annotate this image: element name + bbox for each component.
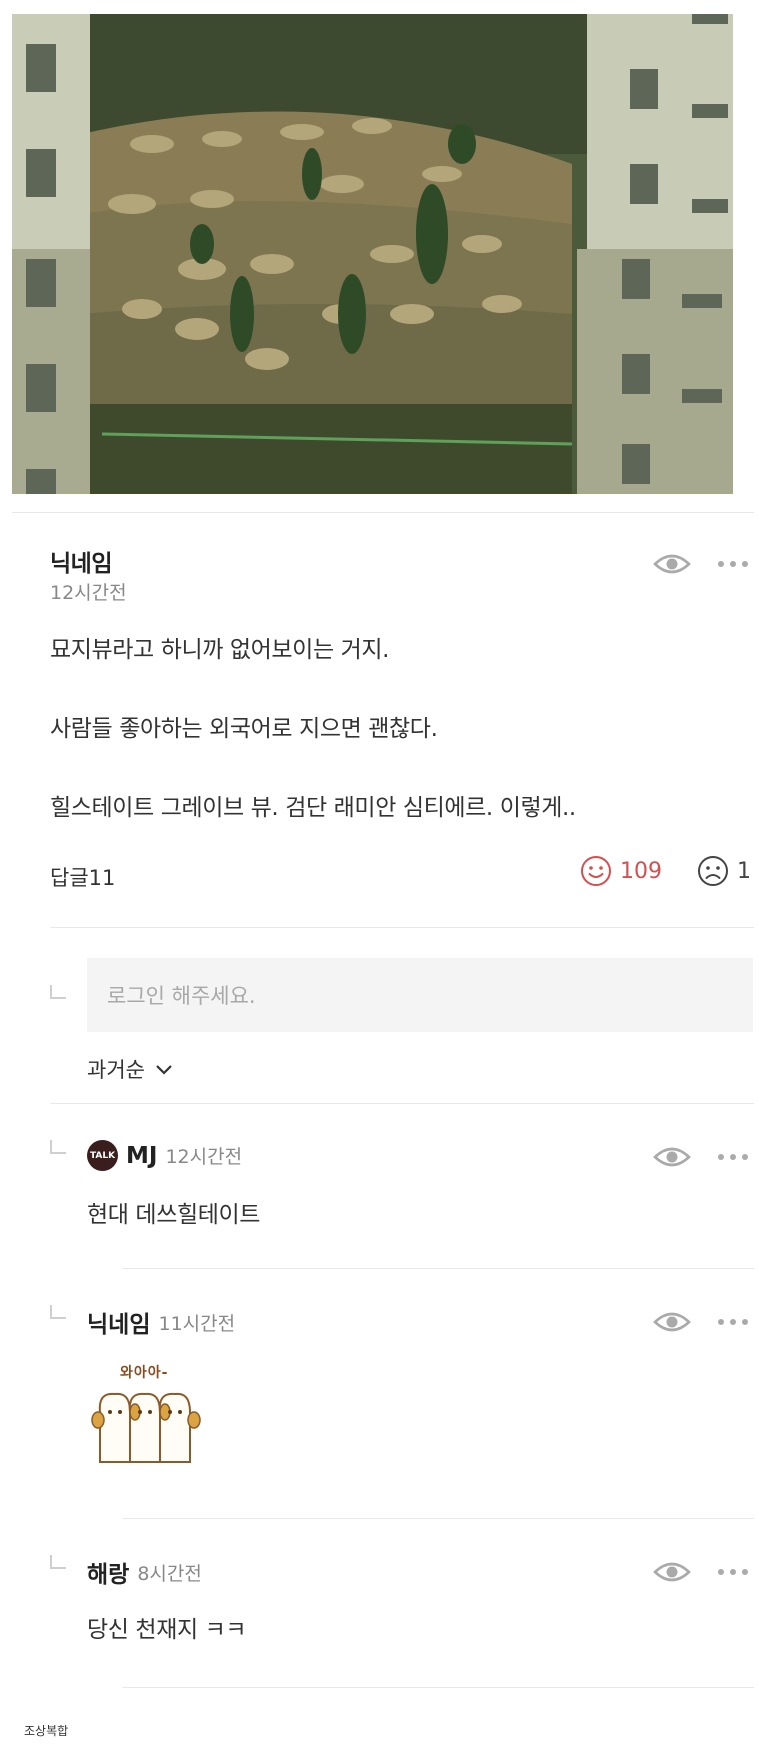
reply-arrow-icon bbox=[50, 1555, 66, 1569]
reply-text: 당신 천재지 ㅋㅋ bbox=[87, 1617, 247, 1643]
reply-time: 8시간전 bbox=[137, 1562, 202, 1585]
more-options-icon[interactable] bbox=[717, 1318, 749, 1326]
hamster-sticker: 와아아- bbox=[90, 1362, 220, 1472]
reply-nickname[interactable]: MJ bbox=[126, 1143, 157, 1169]
comment-line-2: 사람들 좋아하는 외국어로 지으면 괜찮다. bbox=[50, 716, 438, 742]
reply-text: 현대 데쓰힐테이트 bbox=[87, 1202, 260, 1228]
reply-arrow-icon bbox=[50, 1305, 66, 1319]
divider bbox=[12, 512, 754, 513]
divider bbox=[50, 927, 754, 928]
reply-nickname[interactable]: 해랑 bbox=[87, 1555, 129, 1589]
sort-label: 과거순 bbox=[87, 1058, 145, 1082]
reply-header: 해랑 8시간전 bbox=[87, 1555, 202, 1589]
eye-icon[interactable] bbox=[653, 1560, 691, 1584]
like-button[interactable]: 109 bbox=[580, 855, 662, 887]
eye-icon[interactable] bbox=[653, 1145, 691, 1169]
watermark: 조상복합 bbox=[24, 1724, 69, 1738]
comment-nickname[interactable]: 닉네임 bbox=[50, 544, 112, 578]
reply-header: 닉네임 11시간전 bbox=[87, 1305, 235, 1339]
reply-login-input[interactable]: 로그인 해주세요. bbox=[87, 958, 753, 1032]
like-count: 109 bbox=[620, 858, 662, 884]
eye-icon[interactable] bbox=[653, 552, 691, 576]
cemetery-photo bbox=[12, 14, 733, 494]
divider bbox=[122, 1518, 754, 1519]
comment-time: 12시간전 bbox=[50, 582, 127, 604]
divider bbox=[50, 1103, 754, 1104]
reply-count-button[interactable]: 답글11 bbox=[50, 862, 115, 892]
reply-time: 12시간전 bbox=[165, 1146, 243, 1168]
divider bbox=[122, 1687, 754, 1688]
eye-icon[interactable] bbox=[653, 1310, 691, 1334]
sort-dropdown[interactable]: 과거순 bbox=[87, 1054, 173, 1084]
reply-time: 11시간전 bbox=[158, 1312, 236, 1335]
reply-arrow-icon bbox=[50, 1140, 66, 1154]
more-options-icon[interactable] bbox=[717, 560, 749, 568]
comment-line-1: 묘지뷰라고 하니까 없어보이는 거지. bbox=[50, 637, 390, 663]
divider bbox=[122, 1268, 754, 1269]
hamster-group-icon bbox=[91, 1392, 201, 1463]
more-options-icon[interactable] bbox=[717, 1153, 749, 1161]
frown-icon bbox=[698, 856, 728, 886]
reply-nickname[interactable]: 닉네임 bbox=[87, 1305, 150, 1339]
dislike-count: 1 bbox=[737, 858, 751, 884]
post-photo bbox=[12, 14, 733, 494]
kakao-talk-icon: TALK bbox=[87, 1140, 118, 1171]
comment-line-3: 힐스테이트 그레이브 뷰. 검단 래미안 심티에르. 이렇게.. bbox=[50, 795, 576, 821]
reply-header: TALK MJ 12시간전 bbox=[87, 1140, 242, 1171]
more-options-icon[interactable] bbox=[717, 1568, 749, 1576]
sticker-caption: 와아아- bbox=[120, 1365, 169, 1381]
smile-icon bbox=[581, 856, 611, 886]
dislike-button[interactable]: 1 bbox=[697, 855, 751, 887]
chevron-down-icon bbox=[156, 1065, 172, 1075]
reply-arrow-icon bbox=[50, 985, 66, 999]
